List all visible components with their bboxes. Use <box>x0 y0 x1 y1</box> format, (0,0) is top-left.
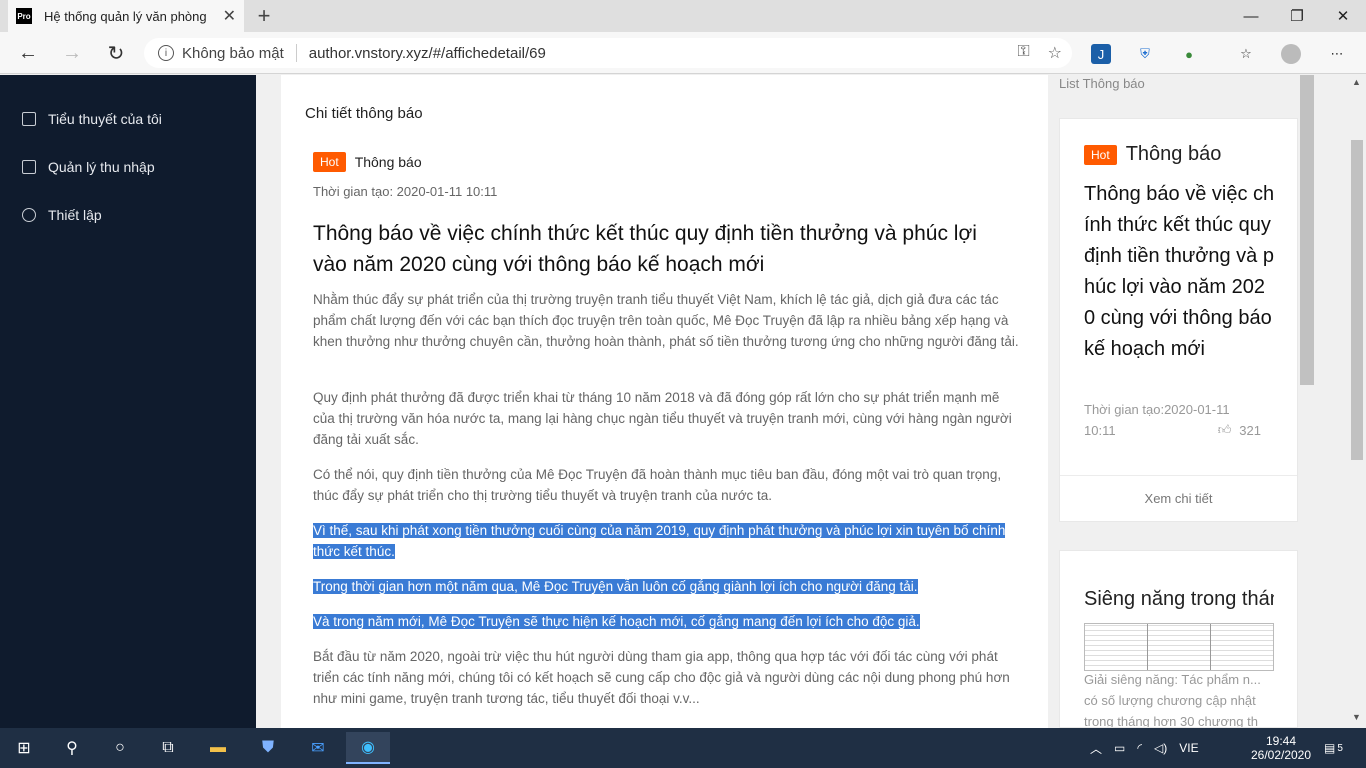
scroll-up-icon[interactable]: ▲ <box>1352 77 1361 87</box>
view-detail-link[interactable]: Xem chi tiết <box>1060 491 1297 506</box>
address-toolbar: ← → ↻ i Không bảo mật author.vnstory.xyz… <box>0 32 1366 74</box>
extension-icon[interactable]: J <box>1091 44 1111 64</box>
minimize-icon[interactable]: — <box>1228 0 1274 32</box>
scroll-down-icon[interactable]: ▼ <box>1352 712 1361 722</box>
paragraph: Bắt đầu từ năm 2020, ngoài trừ việc thu … <box>313 649 1010 706</box>
list-label: List Thông báo <box>1059 76 1145 91</box>
window-controls: — ❐ ✕ <box>1228 0 1366 32</box>
url-text[interactable]: author.vnstory.xyz/#/affichedetail/69 <box>309 45 546 62</box>
system-tray: ︿ ▭ ◜ ◁) VIE <box>1090 728 1199 768</box>
page-scrollbar[interactable]: ▲ ▼ <box>1349 75 1366 728</box>
notice-desc: Giải siêng năng: Tác phẩm n... có số lượ… <box>1084 672 1261 728</box>
back-icon[interactable]: ← <box>14 40 42 66</box>
tab-bar: Pro Hệ thống quản lý văn phòng ✕ + — ❐ ✕ <box>0 0 1366 32</box>
likes[interactable]: 👍︎ 321 <box>1218 422 1261 438</box>
paragraph: Nhằm thúc đẩy sự phát triển của thị trườ… <box>313 292 1019 349</box>
sidebar: Tiểu thuyết của tôi Quản lý thu nhập Thi… <box>0 75 256 728</box>
shield-icon[interactable]: ⛨ <box>1135 44 1155 64</box>
clock-date: 26/02/2020 <box>1250 748 1312 762</box>
collections-icon[interactable]: ☆ <box>1236 44 1256 64</box>
notification-icon: ▤ <box>1324 741 1336 755</box>
notification-count: 5 <box>1337 742 1343 754</box>
tab-title: Hệ thống quản lý văn phòng <box>44 8 207 24</box>
taskbar: ⊞ ⚲ ○ ⧉ ▬ ⛊ ✉ ◉ ︿ ▭ ◜ ◁) VIE 19:44 26/02… <box>0 728 1366 768</box>
clock-time: 19:44 <box>1265 734 1297 748</box>
globe-extension-icon[interactable]: ● <box>1179 44 1199 64</box>
category-label: Thông báo <box>1125 143 1222 165</box>
security-label: Không bảo mật <box>182 44 284 62</box>
sidebar-item-label: Thiết lập <box>48 207 102 223</box>
selected-text: Vì thế, sau khi phát xong tiền thưởng cu… <box>313 523 1006 559</box>
book-icon <box>22 112 36 126</box>
divider <box>1060 475 1297 476</box>
panel-scrollbar-thumb[interactable] <box>1300 75 1314 385</box>
new-tab-button[interactable]: + <box>252 3 276 29</box>
mail-icon[interactable]: ✉ <box>306 736 330 760</box>
divider <box>295 44 297 62</box>
forward-icon[interactable]: → <box>58 40 86 66</box>
thumbs-up-icon: 👍︎ <box>1217 422 1232 437</box>
wifi-icon[interactable]: ◜ <box>1137 741 1142 755</box>
favicon-icon: Pro <box>16 8 32 24</box>
selected-text: Và trong năm mới, Mê Đọc Truyện sẽ thực … <box>313 614 920 629</box>
task-view-icon[interactable]: ⧉ <box>156 736 180 760</box>
paragraph: Quy định phát thưởng đã được triển khai … <box>313 390 1012 447</box>
browser-tab[interactable]: Pro Hệ thống quản lý văn phòng ✕ <box>8 0 244 32</box>
reload-icon[interactable]: ↻ <box>102 40 130 66</box>
restore-icon[interactable]: ❐ <box>1274 0 1320 32</box>
notification-center[interactable]: ▤ 5 <box>1324 728 1343 768</box>
hot-badge: Hot <box>1084 144 1117 165</box>
address-bar[interactable]: i Không bảo mật author.vnstory.xyz/#/aff… <box>144 38 1072 68</box>
edge-browser-icon[interactable]: ◉ <box>346 732 390 764</box>
table-thumbnail <box>1084 623 1274 671</box>
paragraph-selected: Trong thời gian hơn một năm qua, Mê Đọc … <box>313 576 1019 597</box>
cortana-icon[interactable]: ○ <box>108 736 132 760</box>
page-title: Chi tiết thông báo <box>305 105 423 122</box>
category-label: Thông báo <box>354 154 422 170</box>
windows-start-icon[interactable]: ⊞ <box>12 736 36 760</box>
notice-title[interactable]: Thông báo về việc chính thức kết thúc qu… <box>1084 179 1276 381</box>
category-row: Hot Thông báo <box>1084 143 1221 166</box>
sidebar-item-settings[interactable]: Thiết lập <box>22 207 102 223</box>
created-time: Thời gian tạo: 2020-01-11 10:11 <box>313 184 498 199</box>
show-hidden-icons-icon[interactable]: ︿ <box>1090 740 1102 757</box>
notice-list-card-2[interactable]: Siêng năng trong tháng Giải siêng năng: … <box>1059 550 1298 728</box>
file-explorer-icon[interactable]: ▬ <box>206 736 230 760</box>
selected-text: Trong thời gian hơn một năm qua, Mê Đọc … <box>313 579 918 594</box>
search-icon[interactable]: ⚲ <box>60 736 84 760</box>
device-icon[interactable]: ▭ <box>1114 741 1125 755</box>
close-window-icon[interactable]: ✕ <box>1320 0 1366 32</box>
profile-avatar[interactable] <box>1281 44 1301 64</box>
favorite-star-icon[interactable]: ☆ <box>1048 43 1062 63</box>
gear-icon <box>22 208 36 222</box>
info-icon[interactable]: i <box>158 45 174 61</box>
language-indicator[interactable]: VIE <box>1179 741 1198 755</box>
sidebar-item-income[interactable]: Quản lý thu nhập <box>22 159 155 175</box>
notice-detail-card: Chi tiết thông báo Hot Thông báo Thời gi… <box>281 75 1048 728</box>
notice-title[interactable]: Siêng năng trong tháng <box>1084 588 1274 611</box>
clock[interactable]: 19:44 26/02/2020 <box>1248 728 1314 768</box>
more-menu-icon[interactable]: ⋯ <box>1327 44 1347 64</box>
paragraph: Có thể nói, quy định tiền thưởng của Mê … <box>313 467 1002 503</box>
paragraph-selected: Vì thế, sau khi phát xong tiền thưởng cu… <box>313 520 1019 562</box>
wallet-icon <box>22 160 36 174</box>
scrollbar-thumb[interactable] <box>1351 140 1363 460</box>
article-title: Thông báo về việc chính thức kết thúc qu… <box>313 222 977 276</box>
sidebar-item-label: Tiểu thuyết của tôi <box>48 111 162 127</box>
category-row: Hot Thông báo <box>313 152 422 172</box>
sidebar-item-my-novels[interactable]: Tiểu thuyết của tôi <box>22 111 162 127</box>
hot-badge: Hot <box>313 152 346 172</box>
sidebar-item-label: Quản lý thu nhập <box>48 159 155 175</box>
key-icon[interactable]: ⚿ <box>1017 43 1029 63</box>
close-tab-icon[interactable]: ✕ <box>223 6 236 26</box>
notice-list-card[interactable]: Hot Thông báo Thông báo về việc chính th… <box>1059 118 1298 522</box>
volume-icon[interactable]: ◁) <box>1154 741 1167 755</box>
like-count: 321 <box>1239 422 1261 438</box>
paragraph-selected: Và trong năm mới, Mê Đọc Truyện sẽ thực … <box>313 611 1019 632</box>
store-icon[interactable]: ⛊ <box>256 736 280 760</box>
